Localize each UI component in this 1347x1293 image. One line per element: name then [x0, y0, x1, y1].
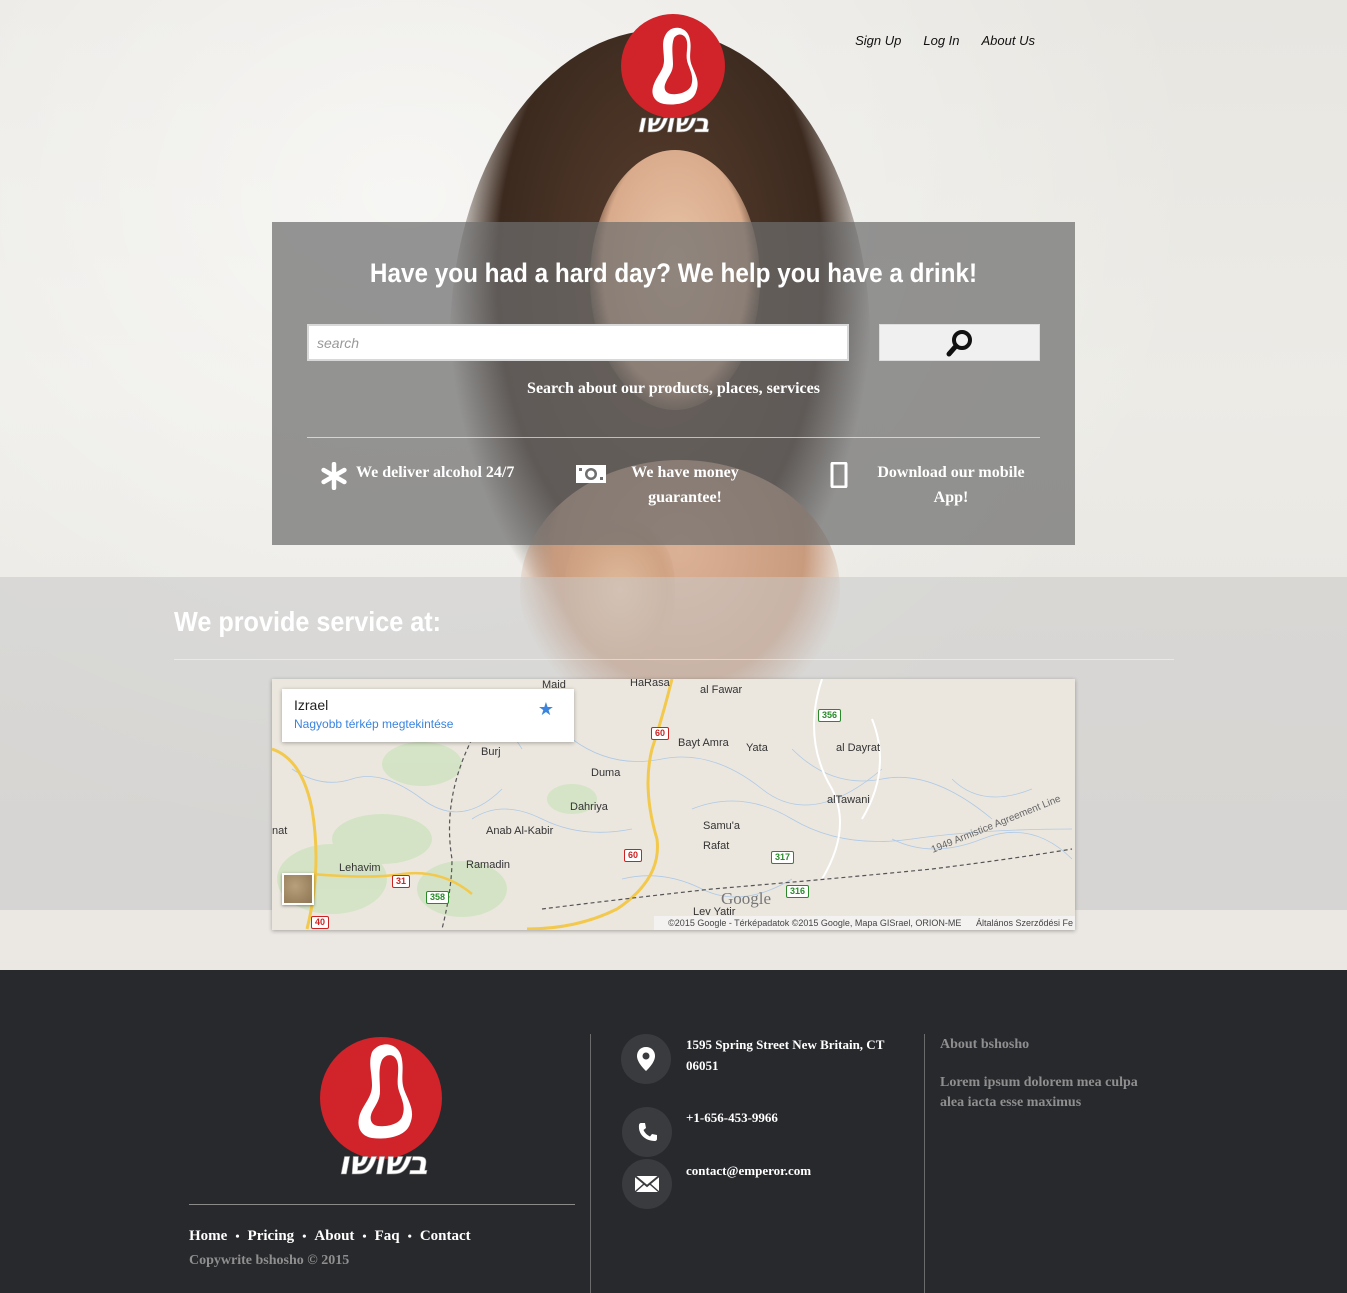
- footer-link-faq[interactable]: Faq: [375, 1228, 400, 1245]
- footer-link-contact[interactable]: Contact: [420, 1228, 471, 1245]
- map-place: Duma: [591, 767, 621, 779]
- feature-app: Download our mobile App!: [830, 460, 1040, 510]
- asterisk-icon: [321, 462, 347, 490]
- footer-link-about[interactable]: About: [314, 1228, 354, 1245]
- feature-app-text: Download our mobile App!: [877, 464, 1025, 506]
- map-place: Anab Al-Kabir: [486, 825, 554, 837]
- service-divider: [174, 659, 1174, 660]
- search-button[interactable]: [879, 324, 1040, 361]
- map-place: Samu'a: [703, 820, 740, 832]
- footer-column-divider: [590, 1034, 591, 1293]
- map-place: Dahriya: [570, 801, 608, 813]
- road-shield: 31: [392, 875, 411, 888]
- about-title: About bshosho: [940, 1037, 1030, 1052]
- map-place: al Fawar: [700, 684, 743, 696]
- road-shield: 316: [786, 885, 810, 898]
- search-input[interactable]: [307, 324, 849, 361]
- road-shield: 317: [771, 851, 795, 864]
- svg-text:בשושו: בשושו: [338, 1144, 427, 1180]
- copyright: Copywrite bshosho © 2015: [189, 1253, 350, 1268]
- feature-guarantee-text: We have money guarantee!: [631, 464, 739, 506]
- separator: •: [302, 1229, 307, 1243]
- map-place: Ramadin: [466, 859, 511, 871]
- mobile-icon: [830, 462, 848, 488]
- map-place: alTawani: [827, 794, 870, 806]
- footer-nav: Home • Pricing • About • Faq • Contact: [189, 1228, 471, 1245]
- brand-logo[interactable]: בשושו: [610, 14, 736, 138]
- footer-column-divider: [924, 1034, 925, 1293]
- map-larger-link[interactable]: Nagyobb térkép megtekintése: [294, 717, 562, 731]
- map-terms-link[interactable]: Általános Szerződési Fe: [976, 918, 1073, 928]
- map-info-card: Izrael Nagyobb térkép megtekintése ★: [282, 689, 574, 742]
- service-map[interactable]: Izrael Nagyobb térkép megtekintése ★ Mai…: [272, 679, 1075, 930]
- map-place: Rafat: [703, 840, 730, 852]
- hero-headline: Have you had a hard day? We help you hav…: [369, 258, 978, 288]
- footer-link-home[interactable]: Home: [189, 1228, 227, 1245]
- footer-link-pricing[interactable]: Pricing: [248, 1228, 295, 1245]
- nav-log-in[interactable]: Log In: [923, 33, 959, 48]
- map-place: Maid: [542, 679, 566, 691]
- map-place: Bayt Amra: [678, 737, 729, 749]
- search-caption: Search about our products, places, servi…: [527, 380, 820, 397]
- top-nav: Sign Up Log In About Us: [855, 33, 1035, 48]
- feature-delivery-text: We deliver alcohol 24/7: [356, 464, 515, 481]
- separator: •: [235, 1229, 240, 1243]
- star-icon[interactable]: ★: [538, 699, 554, 720]
- separator: •: [362, 1229, 367, 1243]
- road-shield: 60: [624, 849, 643, 862]
- nav-about-us[interactable]: About Us: [982, 33, 1035, 48]
- road-shield: 40: [311, 916, 330, 929]
- email-icon: [622, 1159, 672, 1209]
- service-title: We provide service at:: [174, 606, 442, 637]
- footer-divider: [189, 1204, 575, 1205]
- panel-divider: [307, 437, 1040, 438]
- search-panel: Have you had a hard day? We help you hav…: [272, 222, 1075, 545]
- map-place: Lehavim: [339, 862, 381, 874]
- google-logo: Google: [721, 889, 772, 908]
- footer-brand-logo[interactable]: בשושו: [310, 1034, 456, 1180]
- contact-address: 1595 Spring Street New Britain, CT 06051: [686, 1037, 885, 1073]
- map-place: HaRasa: [630, 679, 670, 689]
- map-attribution: ©2015 Google - Térképadatok ©2015 Google…: [654, 916, 1075, 930]
- svg-text:בשושו: בשושו: [637, 109, 710, 138]
- contact-phone[interactable]: +1-656-453-9966: [686, 1107, 896, 1128]
- contact-email[interactable]: contact@emperor.com: [686, 1160, 896, 1181]
- map-satellite-toggle[interactable]: [282, 873, 314, 905]
- road-shield: 358: [426, 891, 450, 904]
- feature-delivery: We deliver alcohol 24/7: [320, 460, 540, 490]
- phone-icon: [622, 1107, 672, 1157]
- map-card-title: Izrael: [294, 697, 329, 713]
- map-place: al Dayrat: [836, 742, 881, 754]
- road-shield: 60: [651, 727, 670, 740]
- map-copyright: ©2015 Google - Térképadatok ©2015 Google…: [668, 918, 962, 928]
- map-place: Burj: [481, 746, 501, 758]
- footer: בשושו Home • Pricing • About • Faq • Con…: [0, 970, 1347, 1293]
- map-place: nat: [272, 825, 288, 837]
- road-shield: 356: [818, 709, 842, 722]
- money-icon: [576, 465, 606, 483]
- feature-guarantee: We have money guarantee!: [575, 460, 775, 510]
- map-place: Yata: [746, 742, 768, 754]
- search-icon: [946, 329, 972, 356]
- nav-sign-up[interactable]: Sign Up: [855, 33, 901, 48]
- location-icon: [621, 1034, 671, 1084]
- about-text: Lorem ipsum dolorem mea culpa alea iacta…: [940, 1075, 1138, 1110]
- separator: •: [407, 1229, 412, 1243]
